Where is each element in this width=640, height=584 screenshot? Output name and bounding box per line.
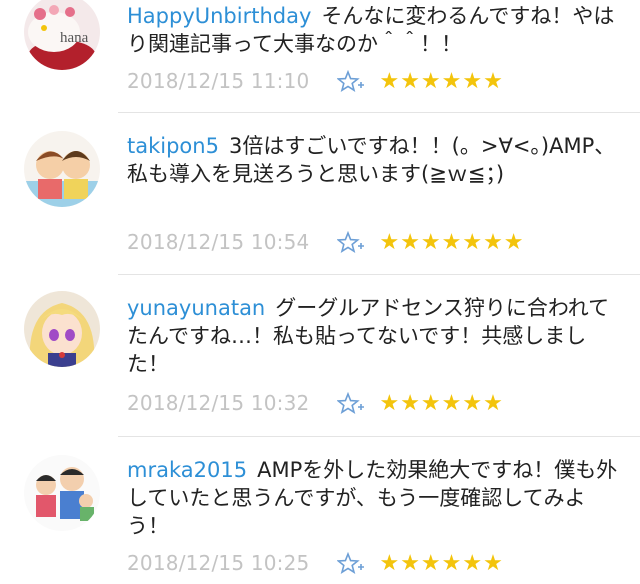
avatar-label: hana: [60, 30, 89, 46]
comment-date: 2018/12/15 10:54: [127, 230, 310, 254]
star-rating: ★★★★★★★: [379, 229, 525, 255]
avatar[interactable]: [24, 455, 100, 531]
comment-author-link[interactable]: HappyUnbirthday: [127, 4, 311, 28]
avatar[interactable]: [24, 131, 100, 207]
comment-author-link[interactable]: yunayunatan: [127, 296, 265, 320]
star-rating: ★★★★★★: [379, 390, 504, 416]
comment-item: yunayunatan グーグルアドセンス狩りに合われてたんですね…！私も貼ってな…: [0, 275, 640, 435]
comment-meta: 2018/12/15 10:25 ★★★★★★: [127, 549, 504, 577]
comment-text-block: mraka2015 AMPを外した効果絶大ですね！僕も外していたと思うんですが、も…: [127, 456, 627, 540]
favorite-star-icon[interactable]: [337, 551, 367, 575]
avatar[interactable]: [24, 291, 100, 367]
comment-text-block: HappyUnbirthday そんなに変わるんですね！やはり関連記事って大事なの…: [127, 2, 627, 58]
favorite-star-icon[interactable]: [337, 230, 367, 254]
comment-author-link[interactable]: mraka2015: [127, 458, 247, 482]
comment-author-link[interactable]: takipon5: [127, 134, 219, 158]
avatar-couple-image: [24, 131, 100, 207]
comment-meta: 2018/12/15 10:32 ★★★★★★: [127, 389, 504, 417]
star-rating: ★★★★★★: [379, 68, 504, 94]
comment-meta: 2018/12/15 11:10 ★★★★★★: [127, 67, 504, 95]
comment-item: takipon5 3倍はすごいですね！！(。>∀<。)AMP、私も導入を見送ろうと…: [0, 113, 640, 273]
comment-text-block: yunayunatan グーグルアドセンス狩りに合われてたんですね…！私も貼ってな…: [127, 294, 627, 378]
comment-date: 2018/12/15 10:32: [127, 391, 310, 415]
avatar-family-image: [24, 455, 100, 531]
star-rating: ★★★★★★: [379, 550, 504, 576]
avatar-anime-girl-image: [24, 291, 100, 367]
favorite-star-icon[interactable]: [337, 69, 367, 93]
avatar[interactable]: hana: [24, 0, 100, 70]
comment-item: mraka2015 AMPを外した効果絶大ですね！僕も外していたと思うんですが、も…: [0, 437, 640, 584]
comment-item: hana HappyUnbirthday そんなに変わるんですね！やはり関連記事っ…: [0, 0, 640, 112]
comment-date: 2018/12/15 10:25: [127, 551, 310, 575]
favorite-star-icon[interactable]: [337, 391, 367, 415]
comment-meta: 2018/12/15 10:54 ★★★★★★★: [127, 228, 525, 256]
comment-date: 2018/12/15 11:10: [127, 69, 310, 93]
comment-text-block: takipon5 3倍はすごいですね！！(。>∀<。)AMP、私も導入を見送ろうと…: [127, 132, 627, 188]
